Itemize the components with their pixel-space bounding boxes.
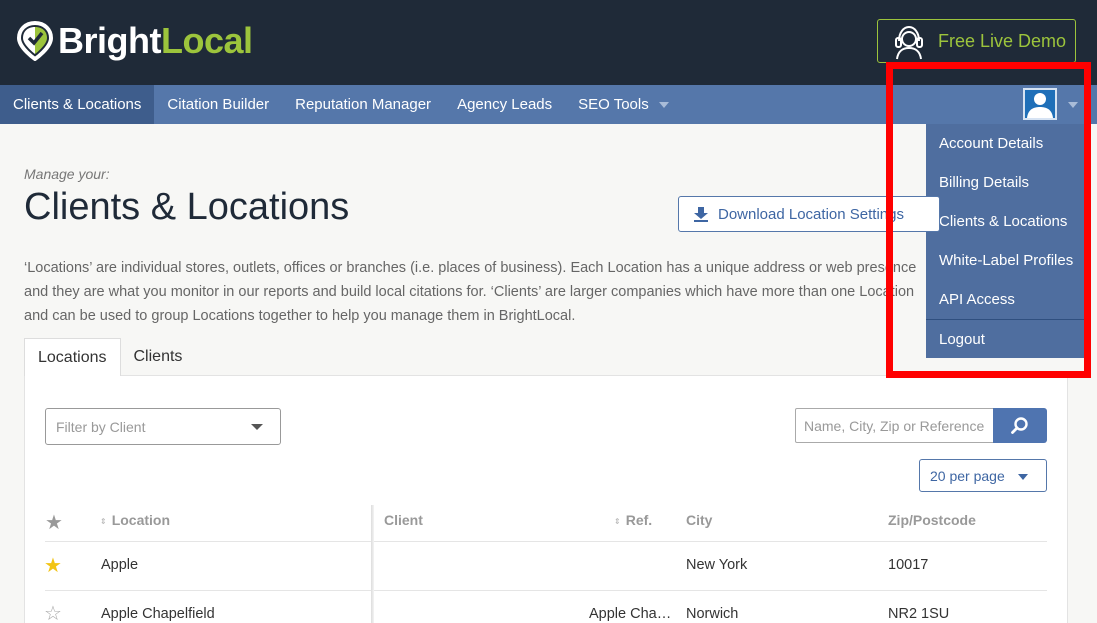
cell-zip: 10017 (888, 557, 929, 573)
chevron-down-icon (658, 101, 669, 108)
page-title: Clients & Locations (24, 186, 350, 228)
nav-reputation-manager-label: Reputation Manager (295, 96, 432, 113)
menu-billing-details[interactable]: Billing Details (926, 163, 1084, 202)
search-input[interactable] (795, 408, 994, 443)
logo-wordmark: BrightLocal (58, 20, 253, 62)
headset-icon (895, 25, 923, 60)
nav-agency-leads[interactable]: Agency Leads (444, 85, 565, 124)
chevron-down-icon (251, 424, 263, 430)
nav-seo-tools-label: SEO Tools (578, 96, 649, 113)
column-header-location[interactable]: ⇕ Location (100, 512, 170, 528)
brightlocal-logo[interactable]: BrightLocal (16, 20, 253, 62)
tab-clients[interactable]: Clients (121, 338, 196, 376)
cell-location[interactable]: Apple Chapelfield (101, 606, 215, 622)
top-header: BrightLocal Free Live Demo (0, 0, 1097, 85)
user-silhouette-icon (1027, 93, 1053, 118)
row-divider (45, 541, 1047, 542)
client-filter-select[interactable]: Filter by Client (45, 408, 281, 445)
nav-citation-builder-label: Citation Builder (167, 96, 270, 113)
sort-icon: ⇕ (100, 516, 107, 526)
favorite-column-star-icon: ★ (45, 512, 63, 534)
download-location-settings-button[interactable]: Download Location Settings (678, 196, 940, 232)
free-live-demo-label: Free Live Demo (938, 30, 1067, 51)
download-icon (694, 207, 708, 222)
row-divider (45, 590, 1047, 591)
free-live-demo-button[interactable]: Free Live Demo (877, 19, 1076, 63)
menu-api-access[interactable]: API Access (926, 280, 1084, 319)
page-description: ‘Locations’ are individual stores, outle… (24, 260, 917, 324)
user-avatar-icon[interactable] (1023, 88, 1057, 120)
cell-ref: Apple Cha… (589, 606, 672, 622)
menu-account-details[interactable]: Account Details (926, 124, 1084, 163)
chevron-down-icon (1018, 474, 1028, 480)
logo-word-local: Local (160, 20, 253, 61)
client-filter-placeholder: Filter by Client (56, 418, 146, 435)
search-icon (1011, 416, 1028, 434)
column-header-ref-label: Ref. (625, 512, 653, 528)
column-header-city[interactable]: City (686, 512, 712, 528)
column-split-divider (371, 505, 374, 623)
tab-bar: Locations Clients (24, 338, 195, 376)
search-button[interactable] (993, 408, 1047, 443)
nav-clients-locations[interactable]: Clients & Locations (0, 85, 155, 124)
per-page-select[interactable]: 20 per page (919, 459, 1047, 492)
menu-clients-locations[interactable]: Clients & Locations (926, 202, 1084, 241)
favorite-star-filled-icon[interactable]: ★ (44, 556, 62, 576)
column-header-location-label: Location (111, 512, 171, 528)
cell-city: New York (686, 557, 748, 573)
account-menu-chevron-icon[interactable] (1068, 102, 1078, 108)
nav-agency-leads-label: Agency Leads (457, 96, 553, 113)
tab-locations[interactable]: Locations (24, 338, 121, 376)
column-header-ref[interactable]: ⇕ Ref. (614, 512, 652, 528)
download-location-settings-label: Download Location Settings (718, 205, 904, 223)
location-pin-check-icon (16, 21, 54, 61)
cell-city: Norwich (686, 606, 739, 622)
cell-location[interactable]: Apple (101, 557, 138, 573)
nav-reputation-manager[interactable]: Reputation Manager (282, 85, 444, 124)
nav-clients-locations-label: Clients & Locations (13, 96, 142, 113)
account-dropdown-menu: Account Details Billing Details Clients … (926, 124, 1084, 358)
menu-white-label-profiles[interactable]: White-Label Profiles (926, 241, 1084, 280)
main-nav: Clients & Locations Citation Builder Rep… (0, 85, 1097, 124)
logo-word-bright: Bright (58, 20, 161, 61)
sort-icon: ⇕ (614, 516, 621, 526)
nav-citation-builder[interactable]: Citation Builder (154, 85, 282, 124)
cell-zip: NR2 1SU (888, 606, 950, 622)
column-header-client[interactable]: Client (384, 512, 423, 528)
favorite-star-empty-icon[interactable]: ☆ (44, 604, 62, 623)
nav-seo-tools[interactable]: SEO Tools (565, 85, 682, 124)
menu-logout[interactable]: Logout (926, 320, 1084, 358)
page-kicker: Manage your: (24, 166, 110, 182)
per-page-value: 20 per page (930, 467, 1005, 484)
column-header-zip[interactable]: Zip/Postcode (888, 512, 976, 528)
